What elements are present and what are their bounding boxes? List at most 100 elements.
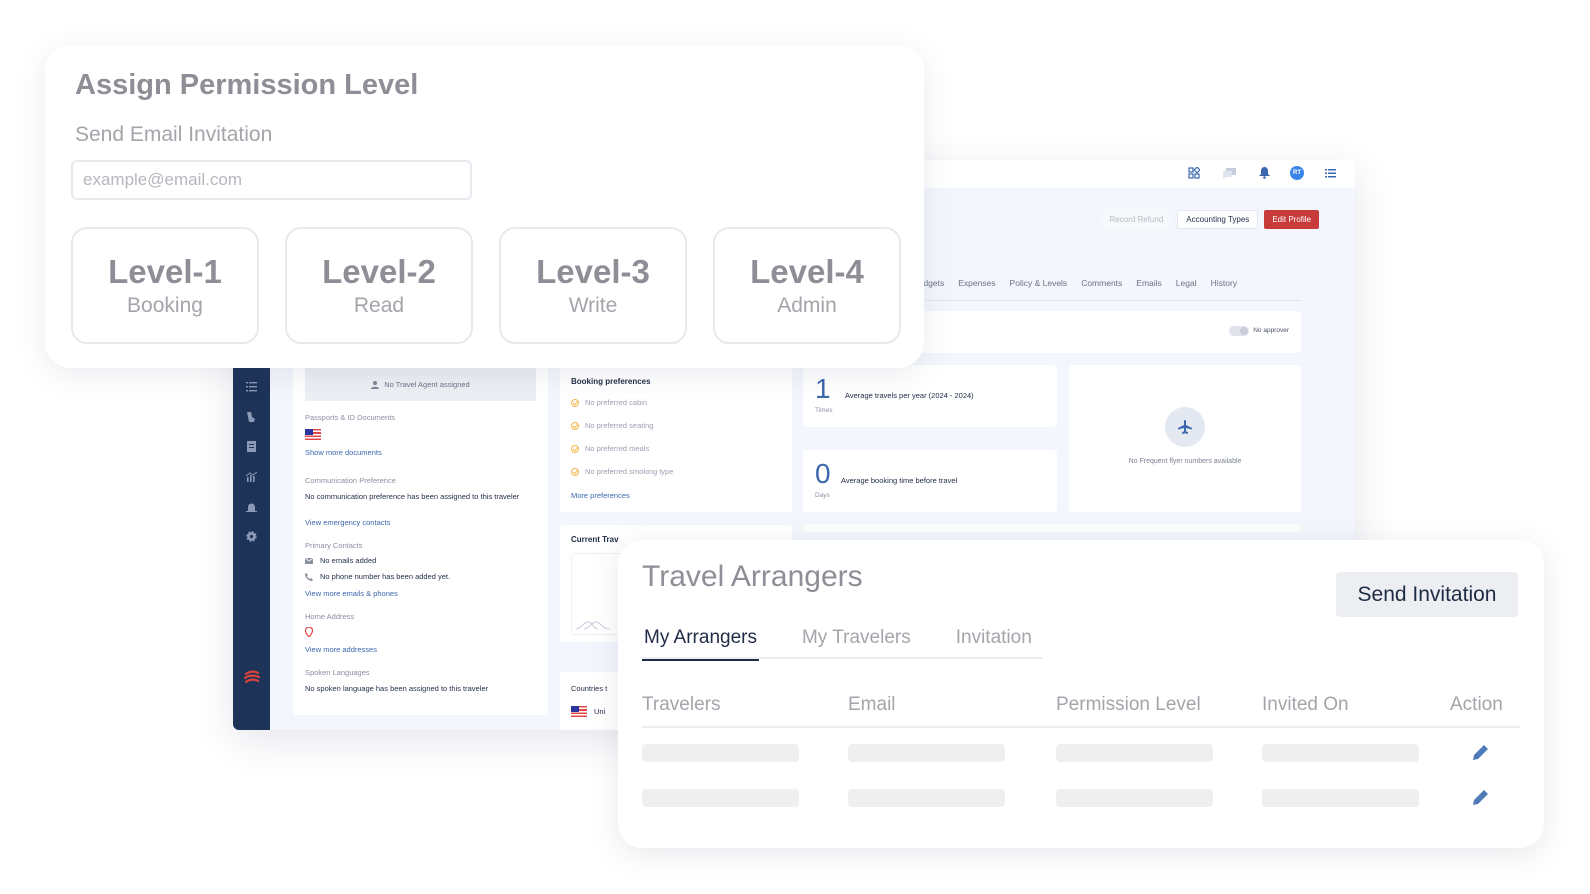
level-4-option[interactable]: Level-4 Admin <box>713 227 901 344</box>
stat-label: Average booking time before travel <box>841 476 958 485</box>
stage: RT Record Refund Accounting Types Edit P… <box>0 0 1590 894</box>
email-input[interactable] <box>71 160 472 200</box>
countries-title: Countries t <box>571 684 608 693</box>
tab-expenses[interactable]: Expenses <box>958 278 995 300</box>
assign-permission-panel: Assign Permission Level Send Email Invit… <box>45 45 924 368</box>
check-circle-icon <box>571 398 579 407</box>
content-strip <box>803 524 1301 532</box>
level-1-option[interactable]: Level-1 Booking <box>71 227 259 344</box>
stat-value: 1 <box>815 373 831 404</box>
tab-emails[interactable]: Emails <box>1136 278 1162 300</box>
tab-my-travelers[interactable]: My Travelers <box>800 623 913 659</box>
level-name: Level-2 <box>322 252 436 290</box>
stat-unit: Times <box>815 407 833 414</box>
airplane-icon <box>1165 407 1205 447</box>
stat-card-travels: 1 Times Average travels per year (2024 -… <box>803 365 1057 427</box>
spoken-languages-label: Spoken Languages <box>305 668 370 677</box>
checklist-icon[interactable] <box>245 380 258 393</box>
home-address-label: Home Address <box>305 612 355 621</box>
preference-item: No preferred meals <box>571 444 649 453</box>
record-refund-button[interactable]: Record Refund <box>1101 210 1172 229</box>
approver-label: No approver <box>1253 327 1289 334</box>
edit-pencil-icon[interactable] <box>1469 787 1491 809</box>
view-emergency-contacts-link[interactable]: View emergency contacts <box>305 518 390 527</box>
accounting-types-button[interactable]: Accounting Types <box>1177 210 1259 229</box>
level-name: Level-3 <box>536 252 650 290</box>
tab-legal[interactable]: Legal <box>1176 278 1197 300</box>
travel-agent-box: No Travel Agent assigned <box>305 368 536 401</box>
stat-value: 0 <box>815 458 831 489</box>
empty-chart-icon <box>576 621 610 630</box>
level-desc: Write <box>568 293 618 317</box>
preference-item: No preferred seating <box>571 421 653 430</box>
more-preferences-link[interactable]: More preferences <box>571 491 630 500</box>
preference-text: No preferred meals <box>585 444 650 453</box>
brand-logo-icon <box>243 668 261 686</box>
current-travels-title: Current Trav <box>571 535 619 544</box>
passports-label: Passports & ID Documents <box>305 413 396 422</box>
tab-invitation[interactable]: Invitation <box>954 623 1034 659</box>
communication-text: No communication preference has been ass… <box>305 492 520 501</box>
approver-bar: No approver <box>913 311 1301 353</box>
level-name: Level-4 <box>750 252 864 290</box>
tab-comments[interactable]: Comments <box>1081 278 1122 300</box>
approver-toggle[interactable] <box>1229 326 1249 336</box>
loading-placeholder <box>1262 744 1419 762</box>
country-item: Uni <box>571 706 605 717</box>
edit-pencil-icon[interactable] <box>1469 742 1491 764</box>
loading-placeholder <box>642 744 799 762</box>
loading-placeholder <box>1056 744 1213 762</box>
invoice-icon[interactable] <box>245 440 258 453</box>
permission-levels: Level-1 Booking Level-2 Read Level-3 Wri… <box>71 227 901 344</box>
level-3-option[interactable]: Level-3 Write <box>499 227 687 344</box>
travel-arrangers-panel: Travel Arrangers Send Invitation My Arra… <box>618 540 1544 848</box>
menu-list-icon[interactable] <box>1321 164 1339 182</box>
analytics-icon[interactable] <box>245 470 258 483</box>
loading-placeholder <box>848 744 1005 762</box>
tab-my-arrangers[interactable]: My Arrangers <box>642 623 759 661</box>
level-name: Level-1 <box>108 252 222 290</box>
avatar[interactable]: RT <box>1290 166 1304 180</box>
view-more-addresses-link[interactable]: View more addresses <box>305 645 377 654</box>
edit-profile-button[interactable]: Edit Profile <box>1264 210 1319 229</box>
country-name: Uni <box>594 707 606 716</box>
preference-item: No preferred smoking type <box>571 467 673 476</box>
communication-label: Communication Preference <box>305 476 396 485</box>
primary-contacts-label: Primary Contacts <box>305 541 363 550</box>
no-emails-text: No emails added <box>320 556 377 565</box>
travel-agent-text: No Travel Agent assigned <box>384 380 470 389</box>
check-circle-icon <box>571 444 579 453</box>
booking-icon[interactable] <box>245 410 258 423</box>
stat-unit: Days <box>815 492 830 499</box>
column-email: Email <box>848 694 896 715</box>
loading-placeholder <box>642 789 799 807</box>
location-pin-icon <box>305 627 313 637</box>
alert-icon[interactable] <box>245 500 258 513</box>
level-2-option[interactable]: Level-2 Read <box>285 227 473 344</box>
phone-contact-row: No phone number has been added yet. <box>305 572 450 581</box>
chat-icon[interactable] <box>1220 164 1238 182</box>
view-emails-phones-link[interactable]: View more emails & phones <box>305 589 398 598</box>
column-permission-level: Permission Level <box>1056 694 1201 715</box>
preference-text: No preferred smoking type <box>585 467 674 476</box>
profile-details-card: No Travel Agent assigned Passports & ID … <box>293 360 548 715</box>
send-invitation-button[interactable]: Send Invitation <box>1336 572 1518 617</box>
tab-history[interactable]: History <box>1211 278 1237 300</box>
us-flag-icon <box>305 429 321 440</box>
bell-icon[interactable] <box>1255 164 1273 182</box>
stat-label: Average travels per year (2024 - 2024) <box>845 391 974 400</box>
check-circle-icon <box>571 467 579 476</box>
frequent-flyer-text: No Frequent flyer numbers available <box>1128 458 1242 465</box>
settings-icon[interactable] <box>245 530 258 543</box>
show-more-documents-link[interactable]: Show more documents <box>305 448 382 457</box>
email-contact-row: No emails added <box>305 556 376 565</box>
spoken-languages-text: No spoken language has been assigned to … <box>305 684 489 693</box>
us-flag-icon <box>571 706 587 717</box>
tab-policy-levels[interactable]: Policy & Levels <box>1010 278 1068 300</box>
sidebar <box>233 340 270 730</box>
profile-tabs: Budgets Expenses Policy & Levels Comment… <box>913 278 1301 301</box>
loading-placeholder <box>848 789 1005 807</box>
apps-grid-icon[interactable] <box>1185 164 1203 182</box>
preference-text: No preferred cabin <box>585 398 648 407</box>
table-header: Travelers Email Permission Level Invited… <box>642 692 1520 728</box>
